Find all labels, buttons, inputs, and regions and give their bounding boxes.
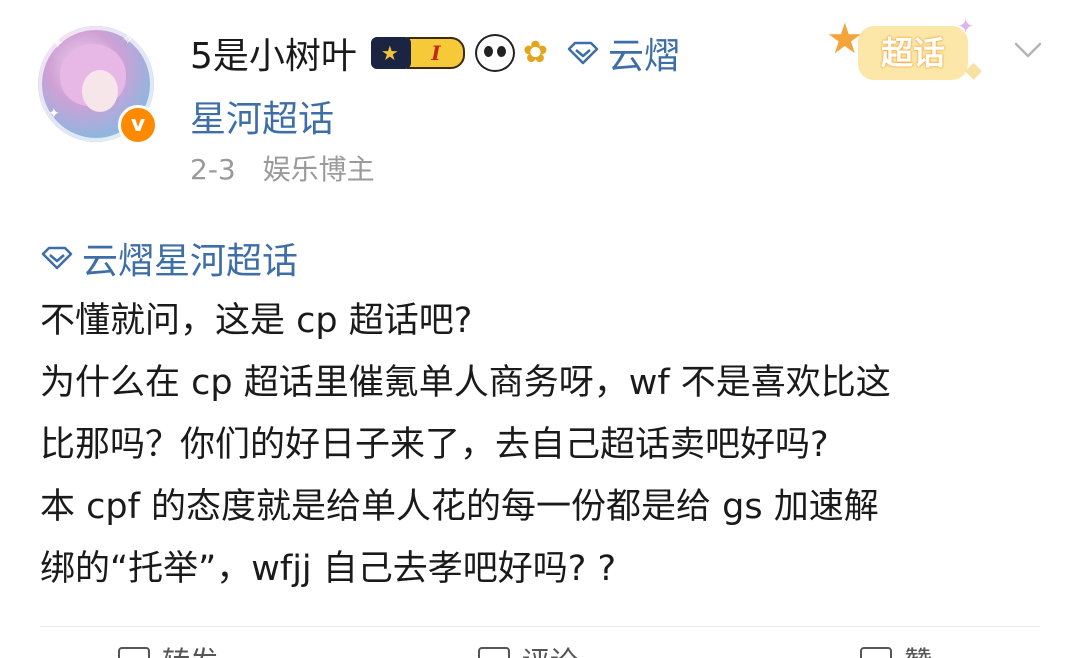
comment-label: 评论 (522, 640, 578, 658)
supertopic-tag-label: 超话 (858, 26, 968, 80)
post-topic-label: 云熠星河超话 (82, 241, 299, 282)
verified-badge-icon: v (118, 105, 158, 145)
crown-icon (370, 37, 411, 69)
author-role: 娱乐博主 (262, 153, 375, 186)
like-label: 赞 (904, 640, 932, 658)
header-topic-line1: 云熠 (608, 36, 681, 77)
sunflower-icon: ✿ (522, 35, 549, 70)
chevron-down-icon[interactable] (1010, 32, 1046, 68)
post-topic-link[interactable]: 云熠星河超话 (40, 232, 298, 284)
like-button[interactable]: 赞 (860, 640, 932, 658)
comment-button[interactable]: 评论 (478, 640, 578, 658)
panda-icon (474, 34, 515, 72)
sparkle-icon: ✦ (957, 14, 974, 38)
supertopic-diamond-icon (41, 246, 73, 270)
action-bar: 转发 评论 赞 (0, 640, 1080, 658)
post-date: 2-3 (190, 153, 236, 186)
post-meta: 2-3 娱乐博主 (190, 148, 375, 188)
post-line: 本 cpf 的态度就是给单人花的每一份都是给 gs 加速解 (40, 487, 879, 527)
like-icon (860, 647, 892, 658)
supertopic-diamond-icon (567, 41, 599, 65)
author-row: 5是小树叶 I ✿ 云熠 (190, 28, 680, 78)
post-line: 比那吗？你们的好日子来了，去自己超话卖吧好吗? (40, 425, 829, 465)
post-line: 为什么在 cp 超话里催氪单人商务呀，wf 不是喜欢比这 (40, 363, 891, 403)
weibo-post-page: ✦ ✧ ✦ v 5是小树叶 I ✿ 云熠 星河超话 2-3 娱乐博主 ★ 超话 … (0, 0, 1080, 658)
post-line: 绑的“托举”，wfjj 自己去孝吧好吗? ? (40, 549, 617, 589)
header-topic-line2[interactable]: 星河超话 (190, 90, 334, 142)
post-line: 不懂就问，这是 cp 超话吧? (40, 301, 473, 341)
level-label: I (406, 37, 465, 69)
supertopic-tag[interactable]: ★ 超话 ✦ ◆ (826, 14, 992, 90)
member-level-badge[interactable]: I (370, 36, 465, 70)
gem-icon: ◆ (965, 58, 982, 83)
comment-icon (478, 647, 510, 658)
author-name[interactable]: 5是小树叶 (190, 27, 357, 79)
repost-icon (118, 647, 150, 658)
header-topic-link[interactable]: 云熠 (566, 27, 680, 79)
post-body: 不懂就问，这是 cp 超话吧? 为什么在 cp 超话里催氪单人商务呀，wf 不是… (40, 290, 1050, 600)
repost-button[interactable]: 转发 (118, 640, 218, 658)
divider (40, 626, 1040, 627)
repost-label: 转发 (162, 640, 218, 658)
